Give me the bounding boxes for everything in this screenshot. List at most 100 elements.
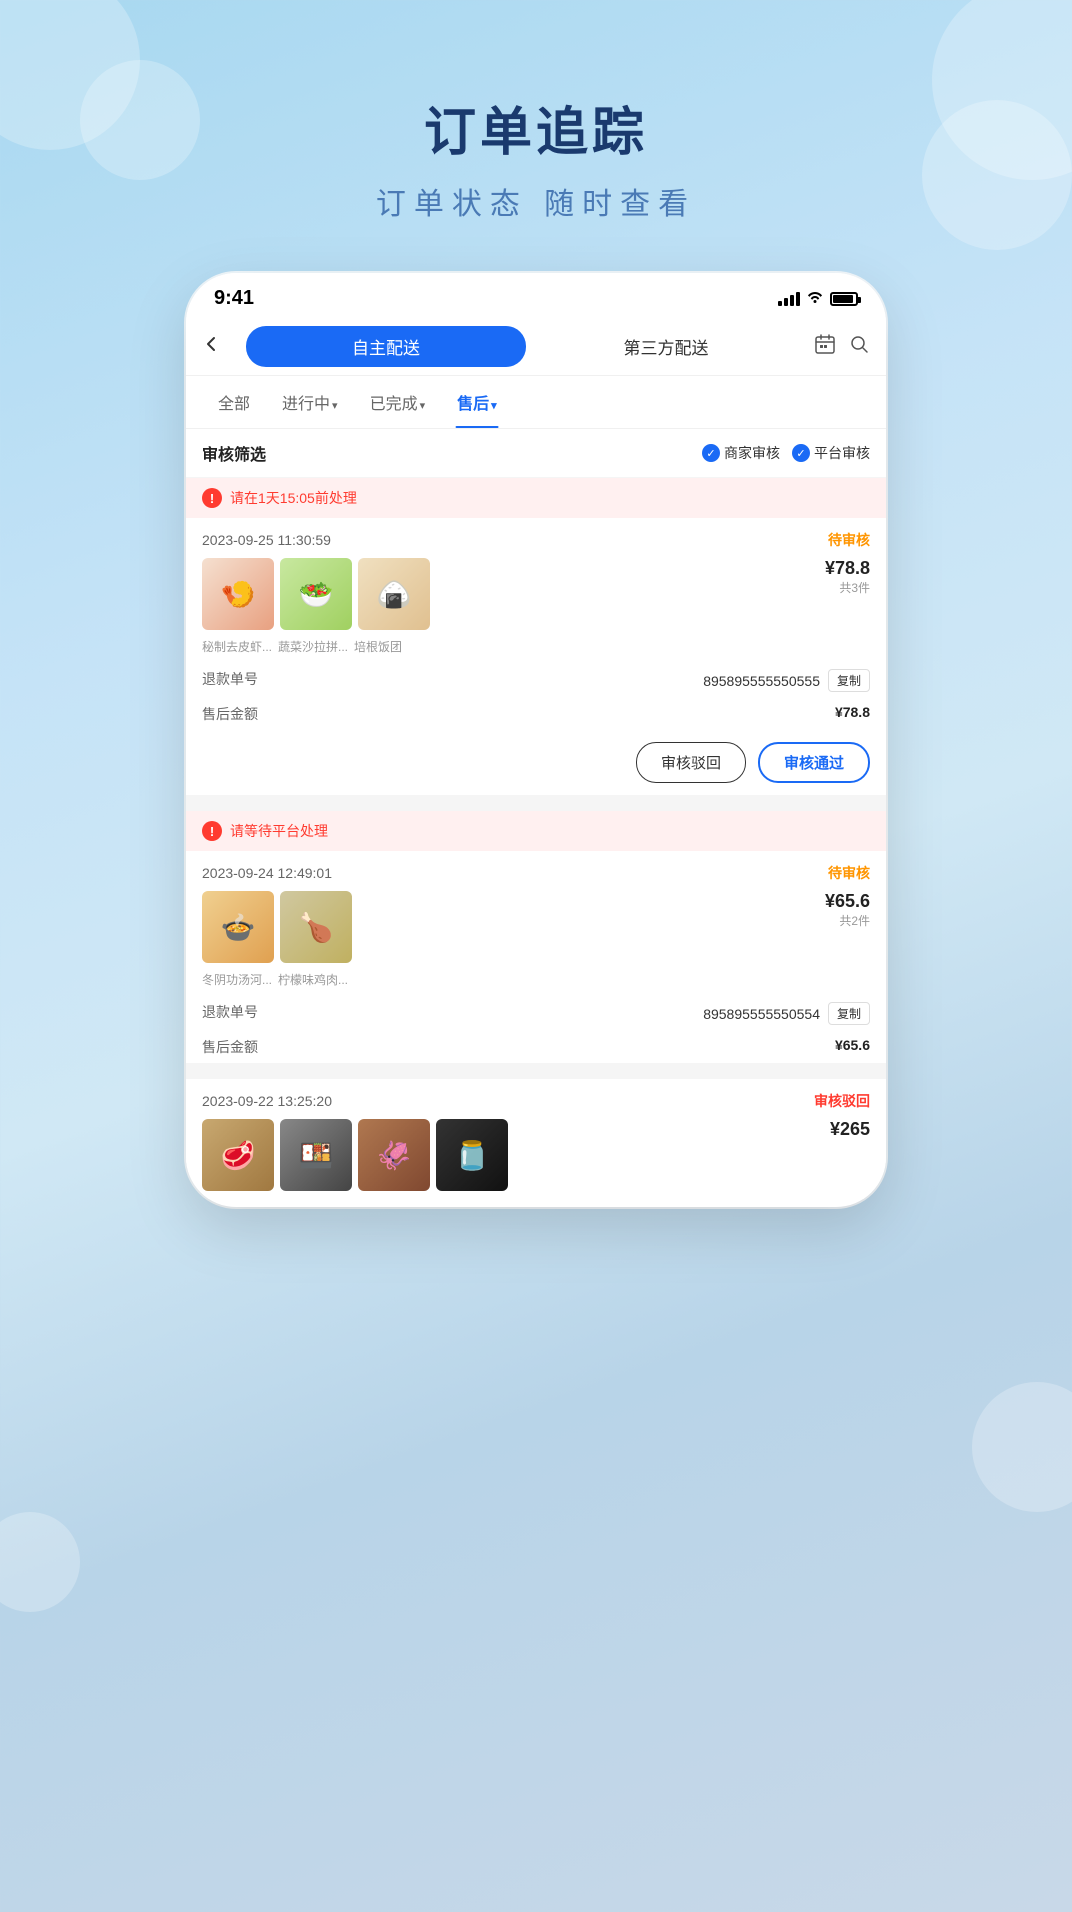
order-items-2: 🍲 🍗 ¥65.6 共2件 [186, 891, 886, 971]
refund-no-row-2: 退款单号 895895555550554 复制 [186, 996, 886, 1031]
price-amount-2: ¥65.6 [825, 891, 870, 912]
order-status-1: 待审核 [828, 530, 870, 550]
refund-label-2: 退款单号 [202, 1002, 258, 1025]
merchant-chip-label: 商家审核 [724, 443, 780, 463]
status-bar: 9:41 [186, 273, 886, 318]
filter-tab-aftersale[interactable]: 售后▾ [441, 376, 513, 428]
back-button[interactable] [202, 334, 238, 360]
order-status-3: 审核驳回 [814, 1091, 870, 1111]
bg-circle-6 [972, 1382, 1072, 1512]
signal-icon [778, 292, 800, 306]
aftersale-arrow: ▾ [491, 400, 497, 412]
audit-chips: ✓ 商家审核 ✓ 平台审核 [702, 443, 870, 463]
platform-check-icon: ✓ [792, 444, 810, 462]
nav-tabs: 自主配送 第三方配送 [246, 326, 806, 367]
food-image-shrimp: 🍤 [202, 558, 274, 630]
status-icons [778, 289, 858, 308]
amount-label-2: 售后金额 [202, 1037, 258, 1057]
order-price-2: ¥65.6 共2件 [825, 891, 870, 929]
order-header-3: 2023-09-22 13:25:20 审核驳回 [186, 1079, 886, 1119]
header-section: 订单追踪 订单状态 随时查看 [376, 90, 696, 223]
nav-tab-third-party[interactable]: 第三方配送 [526, 326, 806, 367]
section-divider-2 [186, 1071, 886, 1079]
calendar-icon[interactable] [814, 333, 836, 361]
order-card-3: 2023-09-22 13:25:20 审核驳回 🥩 🍱 🦑 🫙 ¥265 [186, 1079, 886, 1199]
order-header-1: 2023-09-25 11:30:59 待审核 [186, 518, 886, 558]
order-price-3: ¥265 [830, 1119, 870, 1140]
order-price-1: ¥78.8 共3件 [825, 558, 870, 596]
order-items-1: 🍤 🥗 🍙 ¥78.8 共3件 [186, 558, 886, 638]
order-card-1: ! 请在1天15:05前处理 2023-09-25 11:30:59 待审核 🍤… [186, 478, 886, 795]
merchant-check-icon: ✓ [702, 444, 720, 462]
food-labels-1: 秘制去皮虾... 蔬菜沙拉拼... 培根饭团 [186, 638, 886, 663]
nav-bar: 自主配送 第三方配送 [186, 318, 886, 376]
phone-mockup: 9:41 [186, 273, 886, 1207]
phone-screen: 9:41 [186, 273, 886, 1207]
audit-chip-merchant[interactable]: ✓ 商家审核 [702, 443, 780, 463]
order-images-1: 🍤 🥗 🍙 [202, 558, 430, 630]
food-image-soup: 🍲 [202, 891, 274, 963]
filter-tabs: 全部 进行中▾ 已完成▾ 售后▾ [186, 376, 886, 429]
search-icon[interactable] [848, 333, 870, 361]
copy-button-2[interactable]: 复制 [828, 1002, 870, 1025]
food-image-sushi: 🍙 [358, 558, 430, 630]
alert-text-1: 请在1天15:05前处理 [230, 488, 357, 508]
order-alert-1: ! 请在1天15:05前处理 [186, 478, 886, 518]
bg-circle-5 [0, 1512, 80, 1612]
reject-button-1[interactable]: 审核驳回 [636, 742, 746, 783]
wifi-icon [806, 289, 824, 308]
status-time: 9:41 [214, 287, 254, 310]
nav-tab-self-delivery[interactable]: 自主配送 [246, 326, 526, 367]
audit-filter: 审核筛选 ✓ 商家审核 ✓ 平台审核 [186, 429, 886, 478]
order-actions-1: 审核驳回 审核通过 [186, 730, 886, 795]
alert-icon-1: ! [202, 488, 222, 508]
amount-value-2: ¥65.6 [835, 1037, 870, 1057]
food-image-salad: 🥗 [280, 558, 352, 630]
order-date-2: 2023-09-24 12:49:01 [202, 865, 332, 881]
order-date-1: 2023-09-25 11:30:59 [202, 532, 331, 548]
bg-circle-4 [922, 100, 1072, 250]
order-date-3: 2023-09-22 13:25:20 [202, 1093, 332, 1109]
copy-button-1[interactable]: 复制 [828, 669, 870, 692]
food-label-chicken: 柠檬味鸡肉... [278, 971, 348, 988]
main-title: 订单追踪 [376, 90, 696, 165]
bg-circle-2 [80, 60, 200, 180]
food-labels-2: 冬阴功汤河... 柠檬味鸡肉... [186, 971, 886, 996]
sub-title: 订单状态 随时查看 [376, 179, 696, 223]
order-items-3: 🥩 🍱 🦑 🫙 ¥265 [186, 1119, 886, 1199]
order-status-2: 待审核 [828, 863, 870, 883]
ongoing-arrow: ▾ [332, 400, 338, 412]
amount-row-1: 售后金额 ¥78.8 [186, 698, 886, 730]
platform-chip-label: 平台审核 [814, 443, 870, 463]
order-images-3: 🥩 🍱 🦑 🫙 [202, 1119, 508, 1191]
amount-label-1: 售后金额 [202, 704, 258, 724]
amount-value-1: ¥78.8 [835, 704, 870, 724]
food-label-soup: 冬阴功汤河... [202, 971, 272, 988]
order-card-2: ! 请等待平台处理 2023-09-24 12:49:01 待审核 🍲 🍗 ¥6… [186, 811, 886, 1063]
refund-value-2: 895895555550554 复制 [703, 1002, 870, 1025]
amount-row-2: 售后金额 ¥65.6 [186, 1031, 886, 1063]
refund-no-row-1: 退款单号 895895555550555 复制 [186, 663, 886, 698]
battery-icon [830, 292, 858, 306]
audit-chip-platform[interactable]: ✓ 平台审核 [792, 443, 870, 463]
price-amount-3: ¥265 [830, 1119, 870, 1140]
price-count-2: 共2件 [825, 912, 870, 929]
food-label-sushi: 培根饭团 [354, 638, 402, 655]
food-image-grill1: 🥩 [202, 1119, 274, 1191]
order-alert-2: ! 请等待平台处理 [186, 811, 886, 851]
order-images-2: 🍲 🍗 [202, 891, 352, 963]
filter-tab-ongoing[interactable]: 进行中▾ [266, 376, 354, 428]
refund-label-1: 退款单号 [202, 669, 258, 692]
refund-value-1: 895895555550555 复制 [703, 669, 870, 692]
filter-tab-completed[interactable]: 已完成▾ [354, 376, 442, 428]
food-label-shrimp: 秘制去皮虾... [202, 638, 272, 655]
completed-arrow: ▾ [420, 400, 426, 412]
food-image-grill3: 🦑 [358, 1119, 430, 1191]
audit-filter-label: 审核筛选 [202, 441, 266, 465]
price-count-1: 共3件 [825, 579, 870, 596]
approve-button-1[interactable]: 审核通过 [758, 742, 870, 783]
alert-text-2: 请等待平台处理 [230, 821, 328, 841]
filter-tab-all[interactable]: 全部 [202, 376, 266, 428]
order-header-2: 2023-09-24 12:49:01 待审核 [186, 851, 886, 891]
nav-icons [814, 333, 870, 361]
